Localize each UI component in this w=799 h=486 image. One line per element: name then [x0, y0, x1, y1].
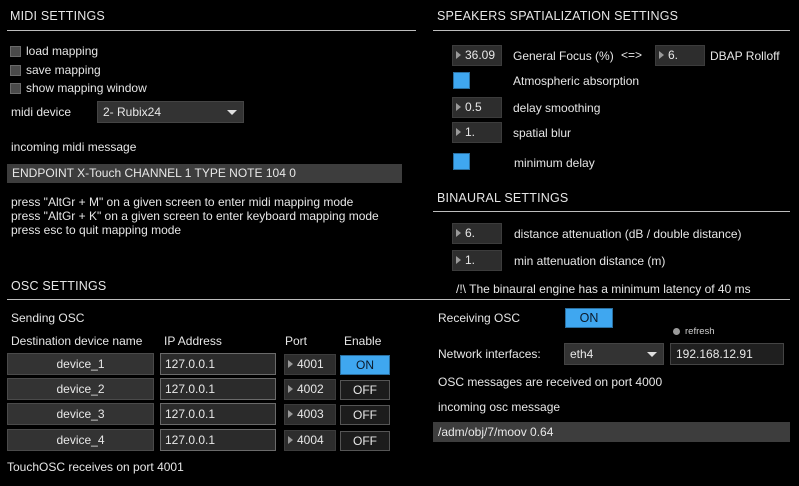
- min-attenuation-number[interactable]: 1.: [452, 250, 502, 271]
- osc-settings-title: OSC SETTINGS: [11, 279, 107, 293]
- incoming-osc-display: /adm/obj/7/moov 0.64: [433, 422, 790, 442]
- atmospheric-absorption-label: Atmospheric absorption: [513, 74, 640, 88]
- delay-smoothing-label: delay smoothing: [513, 101, 601, 115]
- incoming-osc-label: incoming osc message: [438, 400, 561, 414]
- minimum-delay-toggle[interactable]: [453, 153, 470, 170]
- chevron-down-icon: [227, 110, 237, 115]
- refresh-label[interactable]: refresh: [685, 326, 715, 337]
- spatial-blur-label: spatial blur: [513, 126, 572, 140]
- distance-attenuation-label: distance attenuation (dB / double distan…: [514, 227, 742, 241]
- midi-settings-title: MIDI SETTINGS: [10, 9, 105, 23]
- midi-device-dropdown[interactable]: 2- Rubix24: [97, 101, 244, 123]
- delay-smoothing-number[interactable]: 0.5: [452, 97, 502, 118]
- midi-device-label: midi device: [11, 105, 72, 119]
- dbap-rolloff-number[interactable]: 6.: [655, 45, 705, 66]
- port-number[interactable]: 4003: [284, 404, 336, 425]
- link-symbol: <=>: [621, 48, 643, 62]
- dbap-rolloff-label: DBAP Rolloff: [710, 49, 780, 63]
- port-number[interactable]: 4002: [284, 379, 336, 400]
- ip-address-field[interactable]: 127.0.0.1: [160, 403, 276, 425]
- enable-toggle-button[interactable]: OFF: [340, 431, 390, 451]
- spatial-blur-number[interactable]: 1.: [452, 122, 502, 143]
- device-name-field[interactable]: device_1: [7, 353, 154, 375]
- osc-divider: [7, 299, 790, 300]
- show-mapping-window-label: show mapping window: [26, 81, 147, 95]
- help-line-2: press "AltGr + K" on a given screen to e…: [11, 209, 379, 223]
- save-mapping-checkbox[interactable]: [10, 65, 21, 76]
- device-name-field[interactable]: device_2: [7, 378, 154, 400]
- speakers-settings-title: SPEAKERS SPATIALIZATION SETTINGS: [437, 9, 679, 23]
- col-port-header: Port: [285, 334, 308, 348]
- show-mapping-window-checkbox[interactable]: [10, 83, 21, 94]
- sending-osc-label: Sending OSC: [11, 311, 85, 325]
- general-focus-number[interactable]: 36.09: [452, 45, 502, 66]
- network-interface-value: eth4: [570, 347, 594, 361]
- incoming-midi-label: incoming midi message: [11, 140, 137, 154]
- help-line-3: press esc to quit mapping mode: [11, 223, 182, 237]
- refresh-icon[interactable]: [673, 328, 680, 335]
- ip-address-field[interactable]: 127.0.0.1: [160, 429, 276, 451]
- enable-toggle-button[interactable]: ON: [340, 355, 390, 375]
- load-mapping-label: load mapping: [26, 44, 99, 58]
- ip-address-field[interactable]: 127.0.0.1: [160, 353, 276, 375]
- port-number[interactable]: 4001: [284, 354, 336, 375]
- network-interfaces-label: Network interfaces:: [438, 347, 541, 361]
- col-ip-header: IP Address: [164, 334, 222, 348]
- binaural-divider: [433, 211, 790, 212]
- device-name-field[interactable]: device_3: [7, 403, 154, 425]
- save-mapping-label: save mapping: [26, 63, 101, 77]
- general-focus-label: General Focus (%): [513, 49, 614, 63]
- receiving-osc-toggle-button[interactable]: ON: [565, 308, 613, 328]
- col-destination-header: Destination device name: [11, 334, 143, 348]
- network-ip-display: 192.168.12.91: [670, 343, 784, 365]
- min-attenuation-label: min attenuation distance (m): [514, 254, 666, 268]
- help-line-1: press "AltGr + M" on a given screen to e…: [11, 195, 354, 209]
- speakers-divider: [433, 30, 790, 31]
- chevron-down-icon: [647, 352, 657, 357]
- midi-device-value: 2- Rubix24: [103, 105, 162, 119]
- receive-port-note: OSC messages are received on port 4000: [438, 375, 663, 389]
- enable-toggle-button[interactable]: OFF: [340, 380, 390, 400]
- col-enable-header: Enable: [344, 334, 382, 348]
- device-name-field[interactable]: device_4: [7, 429, 154, 451]
- load-mapping-checkbox[interactable]: [10, 46, 21, 57]
- minimum-delay-label: minimum delay: [514, 156, 595, 170]
- enable-toggle-button[interactable]: OFF: [340, 405, 390, 425]
- touchosc-port-note: TouchOSC receives on port 4001: [7, 460, 184, 474]
- incoming-midi-display: ENDPOINT X-Touch CHANNEL 1 TYPE NOTE 104…: [7, 164, 402, 183]
- binaural-latency-note: /!\ The binaural engine has a minimum la…: [456, 282, 751, 296]
- ip-address-field[interactable]: 127.0.0.1: [160, 378, 276, 400]
- distance-attenuation-number[interactable]: 6.: [452, 223, 502, 244]
- port-number[interactable]: 4004: [284, 430, 336, 451]
- receiving-osc-label: Receiving OSC: [438, 311, 521, 325]
- atmospheric-absorption-toggle[interactable]: [453, 72, 470, 89]
- binaural-settings-title: BINAURAL SETTINGS: [437, 191, 569, 205]
- midi-divider: [7, 30, 416, 31]
- network-interface-dropdown[interactable]: eth4: [564, 343, 664, 365]
